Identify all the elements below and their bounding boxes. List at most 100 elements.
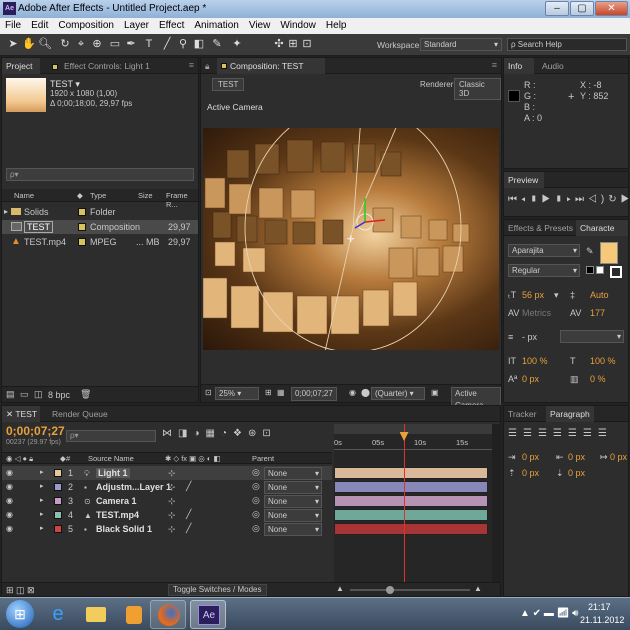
menu-animation[interactable]: Animation [189, 18, 243, 31]
col-type[interactable]: Type [90, 191, 106, 200]
auto-keyframe-icon[interactable]: ⊛ [248, 428, 262, 439]
eye-icon[interactable]: ◉ [6, 482, 13, 491]
align-center-icon[interactable]: ☰ [523, 428, 538, 439]
layer-name[interactable]: Black Solid 1 [96, 524, 152, 534]
project-item-row[interactable]: ▲ TEST.mp4 MPEG ... MB 29,97 [2, 235, 198, 249]
search-help-input[interactable]: ρ Search Help [507, 38, 627, 51]
layer-row[interactable]: ◉ ▸ 3 ⊙ Camera 1 ⊹ ◎ None ▾ [2, 494, 332, 508]
motion-blur-icon[interactable]: ◔ [221, 428, 233, 439]
next-frame-icon[interactable]: ▮▸ [554, 194, 575, 205]
close-button[interactable]: ✕ [595, 1, 628, 16]
shy-switch-icon[interactable]: ⊹ [168, 482, 176, 493]
col-parent[interactable]: Parent [252, 454, 274, 463]
draft-3d-icon[interactable]: ◨ [178, 428, 193, 439]
space-after-value[interactable]: 0 px [568, 468, 585, 478]
safe-zones-icon[interactable]: ⊞ [265, 388, 272, 397]
parent-dropdown[interactable]: None ▾ [264, 523, 322, 536]
layer-row[interactable]: ◉ ▸ 5 ▪ Black Solid 1 ⊹ ╱ ◎ None ▾ [2, 522, 332, 536]
zoom-out-icon[interactable]: ▲ [336, 584, 344, 593]
new-composition-icon[interactable]: ◫ [34, 389, 43, 400]
justify-all-icon[interactable]: ☰ [598, 428, 613, 439]
lock-icon[interactable]: 🔒︎ [201, 58, 215, 74]
expand-arrow-icon[interactable]: ▸ [4, 207, 8, 216]
new-folder-icon[interactable]: ▭ [20, 389, 29, 400]
firefox-icon[interactable] [150, 600, 186, 629]
type-tool-icon[interactable]: T [142, 37, 156, 51]
tsume-value[interactable]: 0 % [590, 374, 606, 384]
current-time-indicator[interactable] [399, 424, 409, 584]
timeline-scrollbar[interactable] [492, 424, 501, 584]
audio-icon[interactable]: ◁) [588, 194, 608, 205]
parent-dropdown[interactable]: None ▾ [264, 467, 322, 480]
kerning-value[interactable]: Metrics [522, 308, 551, 318]
brainstorm-icon[interactable]: ❖ [233, 428, 248, 439]
menu-file[interactable]: File [0, 18, 26, 31]
play-icon[interactable]: ▶ [542, 194, 555, 205]
start-button-icon[interactable]: ⊞ [6, 600, 34, 628]
tab-tracker[interactable]: Tracker [504, 406, 544, 422]
tracking-value[interactable]: 177 [590, 308, 605, 318]
parent-dropdown[interactable]: None ▾ [264, 481, 322, 494]
last-frame-icon[interactable]: ⏭ [575, 194, 588, 205]
col-name[interactable]: Name [14, 191, 34, 200]
project-item-row[interactable]: ▸ Solids Folder [2, 205, 198, 219]
tab-effects-presets[interactable]: Effects & Presets [504, 220, 573, 236]
horizontal-scale-value[interactable]: 100 % [590, 356, 616, 366]
zoom-tool-icon[interactable]: 🔍︎ [38, 37, 52, 51]
layer-label-swatch[interactable] [54, 525, 62, 533]
tab-paragraph[interactable]: Paragraph [546, 406, 594, 422]
eye-icon[interactable]: ◉ [6, 524, 13, 533]
panel-menu-icon[interactable]: ≡ [492, 60, 497, 70]
eyedropper-icon[interactable]: ✎ [586, 246, 594, 257]
first-line-indent-value[interactable]: 0 px [610, 452, 627, 462]
layer-row[interactable]: ◉ ▸ 4 ▲ TEST.mp4 ⊹ ╱ ◎ None ▾ [2, 508, 332, 522]
mask-tool-icon[interactable]: ▭ [108, 37, 122, 51]
align-right-icon[interactable]: ☰ [538, 428, 553, 439]
tab-composition[interactable]: Composition: TEST [217, 58, 325, 74]
tab-effect-controls[interactable]: Effect Controls: Light 1 [52, 58, 174, 74]
close-tab-icon[interactable]: ✕ [6, 409, 15, 419]
tab-render-queue[interactable]: Render Queue [48, 406, 108, 422]
menu-composition[interactable]: Composition [53, 18, 119, 31]
tab-info[interactable]: Info [504, 58, 534, 74]
shy-layers-icon[interactable]: ◑ [193, 428, 205, 439]
media-player-icon[interactable] [116, 600, 152, 629]
layer-row[interactable]: ◉ ▸ 1 💡︎ Light 1 ⊹ ◎ None ▾ [2, 466, 332, 480]
tab-character[interactable]: Characte [576, 220, 628, 236]
layer-duration-bar[interactable] [334, 467, 488, 479]
layer-duration-bar[interactable] [334, 509, 488, 521]
magnification-icon[interactable]: ⊡ [205, 388, 212, 397]
project-item-row-selected[interactable]: TEST Composition 29,97 [2, 220, 198, 234]
renderer-button[interactable]: Classic 3D [454, 78, 501, 100]
layer-label-swatch[interactable] [54, 497, 62, 505]
layer-duration-bar[interactable] [334, 481, 488, 493]
justify-center-icon[interactable]: ☰ [568, 428, 583, 439]
layer-duration-bar[interactable] [334, 523, 488, 535]
file-explorer-icon[interactable] [78, 600, 114, 629]
quality-switch-icon[interactable]: ╱ [186, 509, 191, 520]
stroke-color-swatch[interactable] [610, 266, 622, 278]
layer-label-swatch[interactable] [54, 511, 62, 519]
internet-explorer-icon[interactable]: e [40, 600, 76, 629]
after-effects-taskbar-icon[interactable]: Ae [190, 600, 226, 629]
time-ruler[interactable]: 0s 05s 10s 15s [334, 434, 492, 450]
work-area-bar[interactable] [334, 424, 492, 434]
clock-time[interactable]: 21:17 [588, 602, 611, 612]
zoom-slider[interactable] [350, 586, 470, 594]
timeline-search-input[interactable]: ρ▾ [66, 430, 156, 442]
prev-frame-icon[interactable]: ◂▮ [521, 194, 542, 205]
chevron-down-icon[interactable]: ▾ [554, 290, 559, 301]
rotation-tool-icon[interactable]: ↻ [58, 37, 72, 51]
tab-audio[interactable]: Audio [538, 58, 568, 74]
expand-arrow-icon[interactable]: ▸ [40, 496, 44, 504]
label-swatch[interactable] [78, 238, 86, 246]
shy-switch-icon[interactable]: ⊹ [168, 468, 176, 479]
view-axis-icon[interactable]: ⊡ [300, 37, 314, 51]
col-source-name[interactable]: Source Name [88, 454, 134, 463]
ram-preview-icon[interactable]: ▶▶ [621, 194, 630, 205]
eraser-tool-icon[interactable]: ◧ [192, 37, 206, 51]
font-family-dropdown[interactable]: Aparajita ▾ [508, 244, 580, 257]
stroke-width-value[interactable]: - px [522, 332, 537, 342]
expand-arrow-icon[interactable]: ▸ [40, 468, 44, 476]
label-swatch[interactable] [78, 223, 86, 231]
